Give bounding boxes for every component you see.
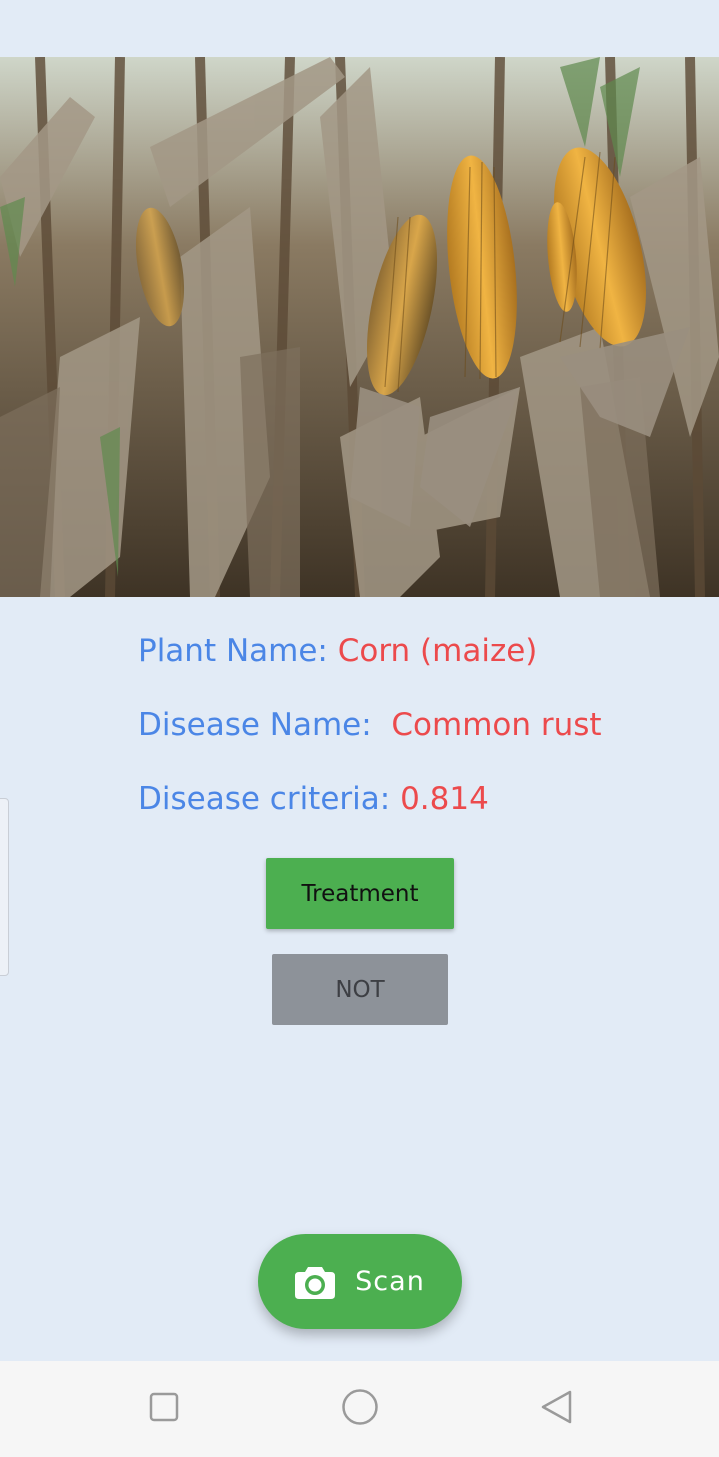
plant-name-label: Plant Name: bbox=[138, 633, 328, 669]
disease-name-label: Disease Name: bbox=[138, 707, 372, 743]
scan-label: Scan bbox=[355, 1266, 425, 1297]
camera-icon bbox=[295, 1265, 336, 1299]
captured-plant-image bbox=[0, 57, 719, 597]
treatment-button[interactable]: Treatment bbox=[266, 858, 454, 929]
square-icon bbox=[148, 1391, 180, 1427]
disease-criteria-value: 0.814 bbox=[400, 781, 489, 817]
status-bar bbox=[0, 0, 719, 57]
recents-button[interactable] bbox=[144, 1389, 184, 1429]
disease-criteria-label: Disease criteria: bbox=[138, 781, 391, 817]
circle-icon bbox=[341, 1388, 379, 1430]
disease-name-value: Common rust bbox=[391, 707, 602, 743]
navigation-bar bbox=[0, 1361, 719, 1457]
edge-panel-handle[interactable] bbox=[0, 798, 9, 976]
scan-button[interactable]: Scan bbox=[258, 1234, 462, 1329]
triangle-back-icon bbox=[538, 1389, 574, 1429]
disease-criteria-row: Disease criteria: 0.814 bbox=[138, 779, 489, 819]
not-button[interactable]: NOT bbox=[272, 954, 448, 1025]
home-button[interactable] bbox=[340, 1389, 380, 1429]
back-button[interactable] bbox=[536, 1389, 576, 1429]
disease-name-row: Disease Name: Common rust bbox=[138, 705, 602, 745]
plant-name-row: Plant Name: Corn (maize) bbox=[138, 631, 537, 671]
plant-name-value: Corn (maize) bbox=[337, 633, 538, 669]
